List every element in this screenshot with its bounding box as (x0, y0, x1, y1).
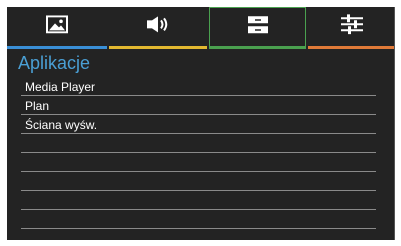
tab-applications[interactable] (209, 7, 306, 49)
divider (21, 228, 376, 229)
frame-edge (394, 7, 395, 240)
apps-icon (247, 15, 269, 40)
menu-item-plan[interactable]: Plan (25, 99, 49, 113)
tab-applications-underline (210, 46, 305, 49)
tab-bar (7, 7, 395, 49)
divider (21, 152, 376, 153)
settings-sliders-icon (340, 14, 364, 39)
divider (21, 114, 376, 115)
tab-settings-underline (308, 46, 395, 49)
tab-audio[interactable] (109, 7, 207, 49)
divider (21, 95, 376, 96)
divider (21, 133, 376, 134)
menu-item-media-player[interactable]: Media Player (25, 80, 95, 94)
section-title: Aplikacje (18, 53, 91, 73)
tab-settings[interactable] (308, 7, 395, 49)
divider (21, 209, 376, 210)
osd-menu: Aplikacje Media Player Plan Ściana wyśw. (7, 7, 395, 240)
picture-icon (46, 15, 68, 38)
divider (21, 190, 376, 191)
divider (21, 171, 376, 172)
speaker-icon (145, 15, 171, 38)
tab-picture-underline (7, 46, 107, 49)
tab-picture[interactable] (7, 7, 107, 49)
tab-audio-underline (109, 46, 207, 49)
menu-item-video-wall[interactable]: Ściana wyśw. (25, 118, 97, 132)
